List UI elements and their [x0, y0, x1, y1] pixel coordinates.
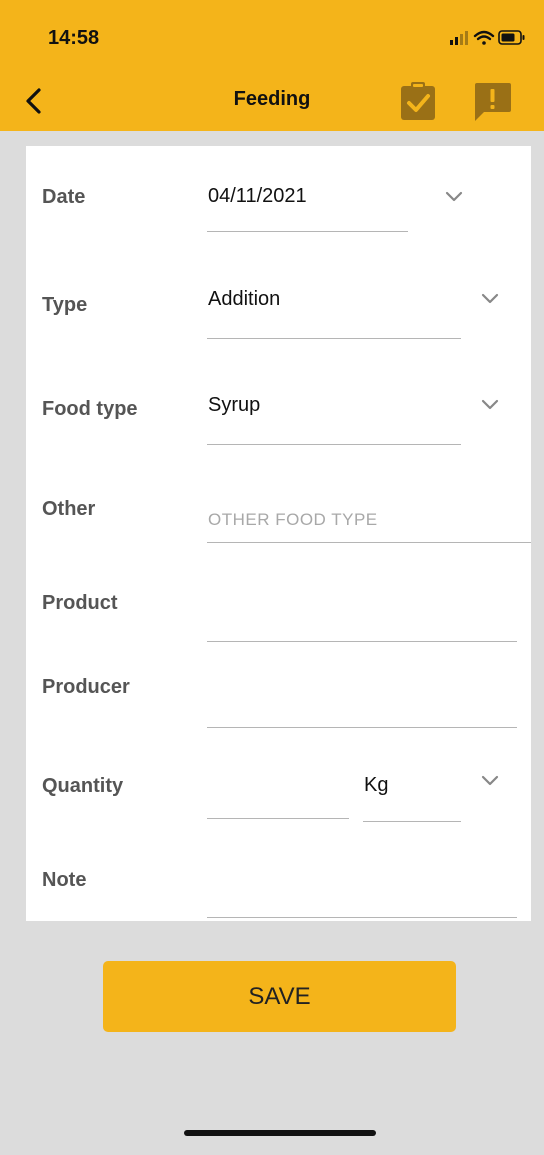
food-type-value: Syrup [208, 394, 261, 416]
type-label: Type [42, 294, 88, 316]
unit-underline [363, 821, 461, 822]
note-underline [207, 917, 517, 918]
alert-button[interactable] [472, 80, 512, 122]
food-type-underline [207, 444, 461, 445]
chevron-down-icon [481, 399, 499, 410]
producer-underline [207, 727, 517, 728]
clipboard-check-icon [401, 82, 435, 120]
header-bar: 14:58 Feeding [0, 0, 544, 131]
chevron-down-icon [481, 293, 499, 304]
date-underline [207, 231, 408, 232]
product-underline [207, 641, 517, 642]
other-placeholder: OTHER FOOD TYPE [208, 510, 378, 529]
home-indicator [184, 1130, 376, 1136]
status-time: 14:58 [48, 27, 100, 49]
other-label: Other [42, 498, 96, 520]
save-button[interactable]: SAVE [103, 961, 456, 1032]
page-title: Feeding [233, 88, 311, 110]
signal-icon [450, 31, 468, 45]
producer-label: Producer [42, 676, 130, 698]
date-label: Date [42, 186, 86, 208]
note-label: Note [42, 869, 87, 891]
type-value: Addition [208, 288, 281, 310]
wifi-icon [473, 30, 495, 45]
date-value: 04/11/2021 [208, 185, 307, 207]
other-underline [207, 542, 531, 543]
type-underline [207, 338, 461, 339]
comment-alert-icon [475, 83, 511, 121]
feeding-form: Date 04/11/2021 Type Addition Food type … [26, 146, 531, 921]
checklist-button[interactable] [398, 80, 438, 122]
unit-value: Kg [364, 774, 389, 796]
status-icons [448, 28, 528, 53]
chevron-down-icon [481, 775, 499, 786]
quantity-underline [207, 818, 349, 819]
chevron-down-icon [445, 191, 463, 202]
quantity-label: Quantity [42, 775, 124, 797]
food-type-label: Food type [42, 398, 138, 420]
product-label: Product [42, 592, 118, 614]
battery-icon [498, 30, 525, 45]
